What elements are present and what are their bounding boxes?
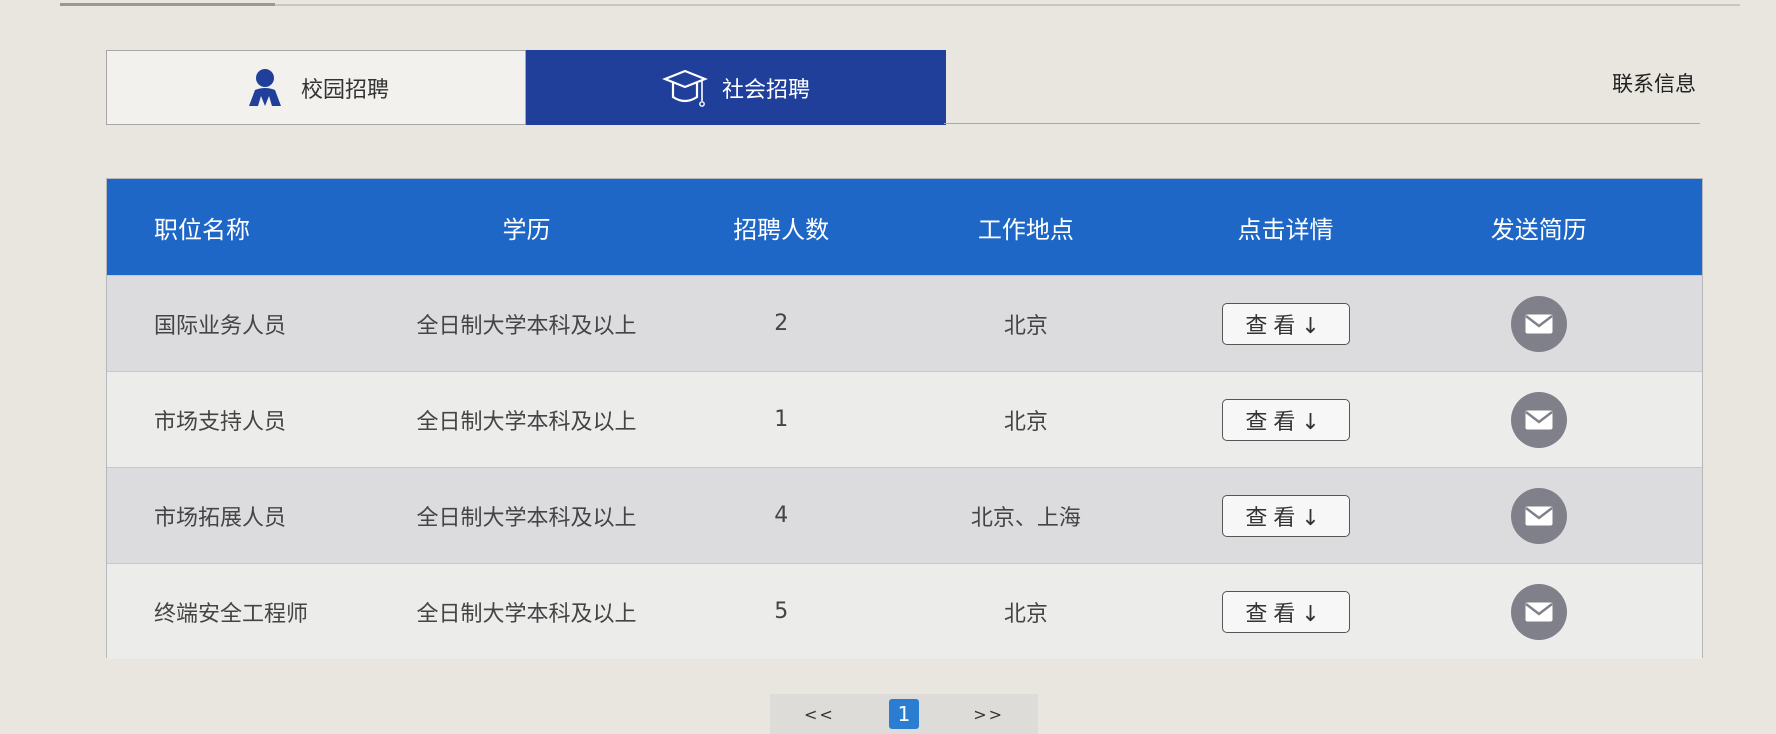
header-count: 招聘人数	[733, 215, 830, 244]
mail-icon[interactable]	[1510, 295, 1567, 352]
cell-count: 2	[774, 311, 789, 336]
header-position: 职位名称	[154, 215, 250, 244]
tab-campus-recruitment[interactable]: 校园招聘	[106, 50, 526, 125]
cell-position: 终端安全工程师	[154, 601, 309, 627]
cell-location: 北京、上海	[970, 505, 1081, 531]
job-table: 职位名称 学历 招聘人数 工作地点 点击详情 发送简历 国际业务人员 全日制大学…	[106, 178, 1703, 659]
graduation-cap-icon	[662, 65, 708, 111]
header-location: 工作地点	[977, 215, 1074, 244]
tabs-underline	[944, 123, 1700, 124]
view-details-button[interactable]: 查看↓	[1221, 590, 1350, 633]
cell-education: 全日制大学本科及以上	[416, 505, 637, 531]
header-education: 学历	[502, 215, 551, 244]
cell-position: 市场拓展人员	[154, 505, 287, 531]
page-number-current[interactable]: 1	[889, 699, 919, 729]
top-divider	[60, 4, 1740, 6]
cell-education: 全日制大学本科及以上	[416, 409, 637, 435]
recruit-tabs: 校园招聘 社会招聘	[106, 50, 946, 125]
table-row: 国际业务人员 全日制大学本科及以上 2 北京 查看↓	[107, 275, 1702, 371]
prev-page-button[interactable]: <<	[804, 705, 835, 724]
table-header: 职位名称 学历 招聘人数 工作地点 点击详情 发送简历	[107, 179, 1702, 275]
cell-count: 1	[774, 407, 789, 432]
table-row: 市场拓展人员 全日制大学本科及以上 4 北京、上海 查看↓	[107, 467, 1702, 563]
cell-education: 全日制大学本科及以上	[416, 601, 637, 627]
top-divider-accent	[60, 3, 275, 6]
header-send-resume: 发送简历	[1490, 215, 1587, 244]
view-details-button[interactable]: 查看↓	[1221, 302, 1350, 345]
table-row: 市场支持人员 全日制大学本科及以上 1 北京 查看↓	[107, 371, 1702, 467]
tab-social-recruitment[interactable]: 社会招聘	[526, 50, 946, 125]
mail-icon[interactable]	[1510, 391, 1567, 448]
header-details: 点击详情	[1237, 215, 1334, 244]
cell-education: 全日制大学本科及以上	[416, 313, 637, 339]
cell-position: 国际业务人员	[154, 313, 287, 339]
table-row: 终端安全工程师 全日制大学本科及以上 5 北京 查看↓	[107, 563, 1702, 659]
cell-location: 北京	[1003, 313, 1048, 339]
view-details-button[interactable]: 查看↓	[1221, 398, 1350, 441]
cell-location: 北京	[1003, 601, 1048, 627]
pagination: << 1 >>	[770, 694, 1038, 734]
contact-info-link[interactable]: 联系信息	[1612, 68, 1696, 98]
tab-social-label: 社会招聘	[721, 77, 810, 103]
view-details-button[interactable]: 查看↓	[1221, 494, 1350, 537]
mail-icon[interactable]	[1510, 487, 1567, 544]
cell-position: 市场支持人员	[154, 409, 287, 435]
cell-count: 5	[774, 599, 789, 624]
mail-icon[interactable]	[1510, 583, 1567, 640]
tab-campus-label: 校园招聘	[300, 77, 389, 103]
cell-location: 北京	[1003, 409, 1048, 435]
person-icon	[243, 66, 287, 110]
cell-count: 4	[774, 503, 789, 528]
next-page-button[interactable]: >>	[973, 705, 1004, 724]
